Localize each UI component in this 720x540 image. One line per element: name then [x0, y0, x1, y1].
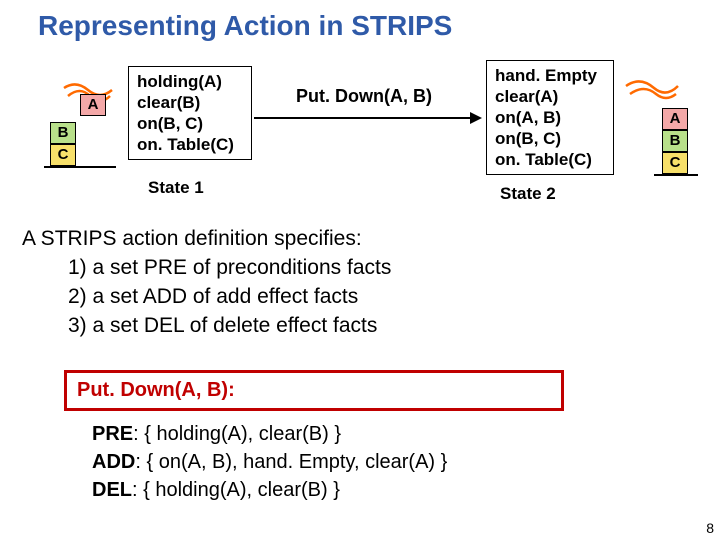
- block-b: B: [662, 130, 688, 152]
- slide-title: Representing Action in STRIPS: [38, 10, 452, 42]
- body-line-0: A STRIPS action definition specifies:: [22, 224, 391, 253]
- state2-predicates: hand. Empty clear(A) on(A, B) on(B, C) o…: [486, 60, 614, 175]
- action-definition-header: Put. Down(A, B):: [64, 370, 564, 411]
- block-c: C: [50, 144, 76, 166]
- slide: Representing Action in STRIPS A B C hold…: [0, 0, 720, 540]
- transition-arrow: [254, 112, 482, 124]
- table-line: [44, 166, 116, 168]
- pre-value: : { holding(A), clear(B) }: [133, 423, 341, 445]
- add-value: : { on(A, B), hand. Empty, clear(A) }: [135, 451, 447, 473]
- block-b: B: [50, 122, 76, 144]
- arrow-line-icon: [254, 117, 472, 119]
- body-line-1: 1) a set PRE of preconditions facts: [22, 253, 391, 282]
- state1-predicates: holding(A) clear(B) on(B, C) on. Table(C…: [128, 66, 252, 160]
- del-label: DEL: [92, 479, 132, 501]
- state1-figure: A B C: [28, 78, 120, 178]
- del-value: : { holding(A), clear(B) }: [132, 479, 340, 501]
- pre-label: PRE: [92, 423, 133, 445]
- gripper-icon: [624, 78, 680, 104]
- state2-label: State 2: [500, 184, 556, 204]
- body-line-3: 3) a set DEL of delete effect facts: [22, 311, 391, 340]
- pre-line: PRE: { holding(A), clear(B) }: [92, 420, 447, 448]
- block-a: A: [662, 108, 688, 130]
- add-line: ADD: { on(A, B), hand. Empty, clear(A) }: [92, 448, 447, 476]
- page-number: 8: [706, 520, 714, 536]
- body-text: A STRIPS action definition specifies: 1)…: [22, 224, 391, 340]
- block-a: A: [80, 94, 106, 116]
- table-line: [654, 174, 698, 176]
- block-c: C: [662, 152, 688, 174]
- body-line-2: 2) a set ADD of add effect facts: [22, 282, 391, 311]
- state1-label: State 1: [148, 178, 204, 198]
- arrow-head-icon: [470, 112, 482, 124]
- action-label: Put. Down(A, B): [296, 86, 432, 107]
- add-label: ADD: [92, 451, 135, 473]
- del-line: DEL: { holding(A), clear(B) }: [92, 476, 447, 504]
- state2-figure: A B C: [630, 84, 702, 184]
- action-definition-body: PRE: { holding(A), clear(B) } ADD: { on(…: [92, 420, 447, 504]
